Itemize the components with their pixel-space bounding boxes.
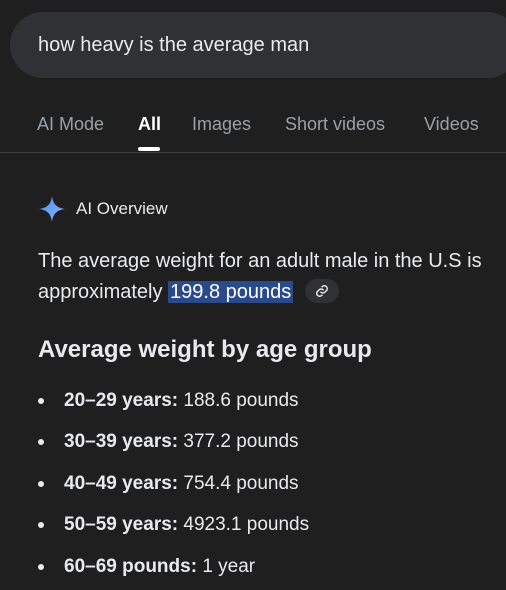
search-input[interactable]: how heavy is the average man xyxy=(38,34,309,57)
item-label: 60–69 pounds: xyxy=(64,555,198,577)
active-tab-indicator xyxy=(138,147,160,151)
tab-short-videos[interactable]: Short videos xyxy=(285,114,385,135)
source-link-button[interactable] xyxy=(305,278,340,303)
tab-ai-mode[interactable]: AI Mode xyxy=(37,114,104,135)
list-item: 60–69 pounds: 1 year xyxy=(38,546,498,588)
section-heading: Average weight by age group xyxy=(38,336,372,363)
ai-overview-header: AI Overview xyxy=(38,194,168,224)
list-item: 30–39 years: 377.2 pounds xyxy=(38,422,498,464)
search-tabs: AI Mode All Images Short videos Videos xyxy=(0,100,506,153)
list-item: 40–49 years: 754.4 pounds xyxy=(38,463,498,505)
item-value: 1 year xyxy=(202,555,256,577)
item-label: 50–59 years: xyxy=(64,514,179,536)
summary-highlight: 199.8 pounds xyxy=(168,281,294,303)
sparkle-icon xyxy=(39,196,65,222)
link-icon xyxy=(316,284,329,297)
tab-images[interactable]: Images xyxy=(192,114,251,135)
tab-videos[interactable]: Videos xyxy=(424,114,479,135)
ai-overview-title: AI Overview xyxy=(76,199,168,218)
item-value: 188.6 pounds xyxy=(183,389,299,411)
bullet xyxy=(38,480,44,487)
item-value: 4923.1 pounds xyxy=(183,514,310,536)
item-label: 40–49 years: xyxy=(64,472,179,494)
bullet xyxy=(38,522,44,529)
ai-overview-summary: The average weight for an adult male in … xyxy=(38,246,498,308)
item-label: 30–39 years: xyxy=(64,431,179,453)
list-item: 50–59 years: 4923.1 pounds xyxy=(38,505,498,547)
search-bar[interactable]: how heavy is the average man xyxy=(10,12,506,78)
bullet xyxy=(38,397,44,404)
item-label: 20–29 years: xyxy=(64,389,179,411)
item-value: 377.2 pounds xyxy=(183,431,299,453)
bullet xyxy=(38,439,44,446)
list-item: 20–29 years: 188.6 pounds xyxy=(38,380,498,422)
item-value: 754.4 pounds xyxy=(183,472,299,494)
tab-all[interactable]: All xyxy=(138,114,161,135)
bullet xyxy=(38,563,44,570)
age-group-list: 20–29 years: 188.6 pounds 30–39 years: 3… xyxy=(38,380,498,588)
